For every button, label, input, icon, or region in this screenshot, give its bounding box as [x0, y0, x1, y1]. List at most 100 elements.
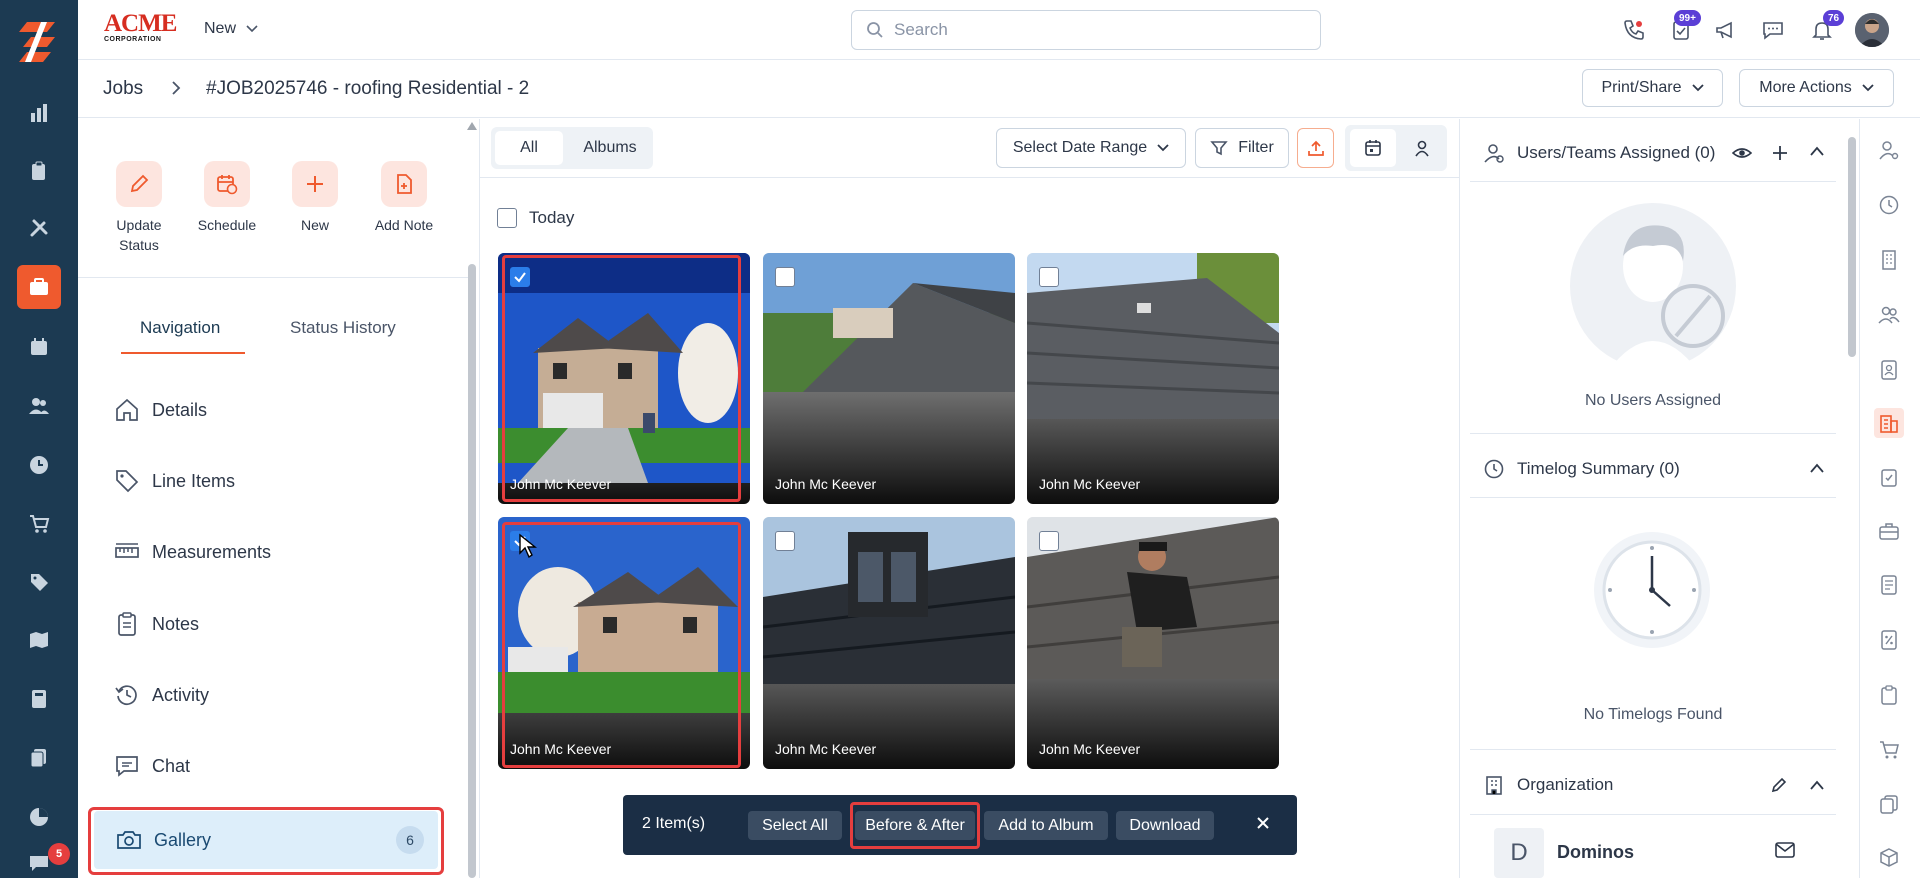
clock-icon[interactable] [17, 443, 61, 487]
nav-item-notes[interactable]: Notes [114, 600, 434, 648]
org-name[interactable]: Dominos [1557, 842, 1634, 863]
photo-select-checkbox[interactable] [775, 531, 795, 551]
new-menu-button[interactable]: New [204, 20, 258, 38]
nav-item-activity[interactable]: Activity [114, 671, 434, 719]
tools-icon[interactable] [17, 206, 61, 250]
add-note-action[interactable]: Add Note [359, 161, 449, 235]
search-input[interactable] [894, 20, 1294, 40]
schedule-action[interactable]: Schedule [182, 161, 272, 235]
left-panel-scrollbar[interactable] [468, 264, 476, 878]
calendar-icon[interactable] [17, 325, 61, 369]
print-share-button[interactable]: Print/Share [1582, 69, 1723, 107]
select-all-button[interactable]: Select All [748, 811, 842, 840]
invoice-icon[interactable] [1874, 570, 1904, 600]
photo-select-checkbox[interactable] [1039, 267, 1059, 287]
download-button[interactable]: Download [1116, 811, 1214, 840]
messages-icon[interactable] [1757, 14, 1789, 46]
tab-navigation[interactable]: Navigation [140, 318, 220, 338]
user-avatar[interactable] [1855, 13, 1889, 47]
photo-card[interactable]: John Mc Keever [763, 517, 1015, 769]
user-settings-icon[interactable] [1874, 135, 1904, 165]
nav-item-gallery[interactable]: Gallery 6 [94, 811, 438, 869]
tab-status-history[interactable]: Status History [290, 318, 396, 338]
breadcrumb-jobs-link[interactable]: Jobs [103, 78, 143, 100]
organization-icon[interactable] [1874, 408, 1904, 438]
upload-button[interactable] [1297, 128, 1334, 168]
map-icon[interactable] [17, 618, 61, 662]
percent-document-icon[interactable] [1874, 625, 1904, 655]
nav-item-chat[interactable]: Chat [114, 742, 434, 790]
checklist-icon[interactable] [1874, 462, 1904, 492]
edit-pencil-icon[interactable] [1770, 776, 1788, 794]
group-today[interactable]: Today [497, 208, 574, 228]
active-tab-indicator [121, 352, 245, 354]
scroll-up-arrow-icon[interactable] [467, 122, 477, 130]
no-users-text: No Users Assigned [1584, 392, 1722, 409]
briefcase-icon[interactable] [1874, 516, 1904, 546]
tag-icon[interactable] [17, 560, 61, 604]
phone-icon[interactable] [1618, 14, 1650, 46]
documents-icon[interactable] [17, 736, 61, 780]
app-logo-icon[interactable] [17, 18, 61, 66]
group-select-checkbox[interactable] [497, 208, 517, 228]
add-note-label: Add Note [374, 217, 434, 233]
clipboard-icon[interactable] [1874, 680, 1904, 710]
cart-icon[interactable] [1874, 734, 1904, 764]
print-share-label: Print/Share [1601, 79, 1682, 96]
dashboard-icon[interactable] [17, 91, 61, 135]
photo-card[interactable]: John Mc Keever [1027, 517, 1279, 769]
pie-chart-icon[interactable] [17, 795, 61, 839]
users-icon[interactable] [17, 384, 61, 428]
divider [78, 277, 468, 278]
photo-card[interactable]: John Mc Keever [1027, 253, 1279, 504]
brand-logo[interactable]: ACME CORPORATION [104, 11, 180, 44]
clipboard-check-icon[interactable] [17, 149, 61, 193]
tab-albums[interactable]: Albums [570, 131, 650, 165]
nav-item-label: Measurements [152, 541, 272, 562]
tab-all[interactable]: All [495, 131, 563, 165]
cart-icon[interactable] [17, 501, 61, 545]
nav-item-measurements[interactable]: Measurements [114, 528, 434, 576]
nav-item-label: Line Items [152, 470, 236, 491]
user-assign-icon [1483, 142, 1505, 164]
more-actions-label: More Actions [1759, 79, 1852, 96]
team-icon[interactable] [1874, 300, 1904, 330]
more-actions-button[interactable]: More Actions [1739, 69, 1894, 107]
chevron-down-icon [1157, 144, 1169, 152]
contact-card-icon[interactable] [1874, 355, 1904, 385]
megaphone-icon[interactable] [1710, 14, 1742, 46]
copy-icon[interactable] [1874, 789, 1904, 819]
add-user-icon[interactable] [1770, 143, 1790, 163]
photo-select-checkbox[interactable] [775, 267, 795, 287]
mail-icon[interactable] [1775, 842, 1795, 858]
user-view-button[interactable] [1400, 129, 1444, 167]
chevron-up-icon[interactable] [1809, 779, 1825, 791]
package-icon[interactable] [1874, 843, 1904, 873]
calendar-view-button[interactable] [1350, 129, 1396, 167]
eye-icon[interactable] [1732, 143, 1752, 163]
time-history-icon[interactable] [1874, 190, 1904, 220]
photo-card[interactable]: John Mc Keever [763, 253, 1015, 504]
update-status-action[interactable]: Update Status [94, 161, 184, 255]
chevron-up-icon[interactable] [1809, 462, 1825, 474]
jobs-briefcase-icon[interactable] [17, 265, 61, 309]
right-panel-scrollbar[interactable] [1848, 137, 1856, 357]
new-action[interactable]: New [270, 161, 360, 235]
file-plus-icon [381, 161, 427, 207]
chevron-up-icon[interactable] [1809, 145, 1825, 157]
close-icon[interactable] [1255, 815, 1271, 831]
photo-select-checkbox[interactable] [1039, 531, 1059, 551]
nav-item-line-items[interactable]: Line Items [114, 457, 434, 505]
calculator-icon[interactable] [17, 677, 61, 721]
filter-button[interactable]: Filter [1195, 128, 1289, 168]
gallery-count-badge: 6 [396, 826, 424, 854]
global-search[interactable] [851, 10, 1321, 50]
roof-photo [763, 253, 1015, 392]
dormer-photo [763, 517, 1015, 684]
divider [1470, 814, 1836, 815]
add-to-album-button[interactable]: Add to Album [984, 811, 1108, 840]
roofer-photo [1027, 517, 1279, 679]
building-icon[interactable] [1874, 245, 1904, 275]
nav-item-details[interactable]: Details [114, 386, 434, 434]
date-range-select[interactable]: Select Date Range [996, 128, 1186, 168]
